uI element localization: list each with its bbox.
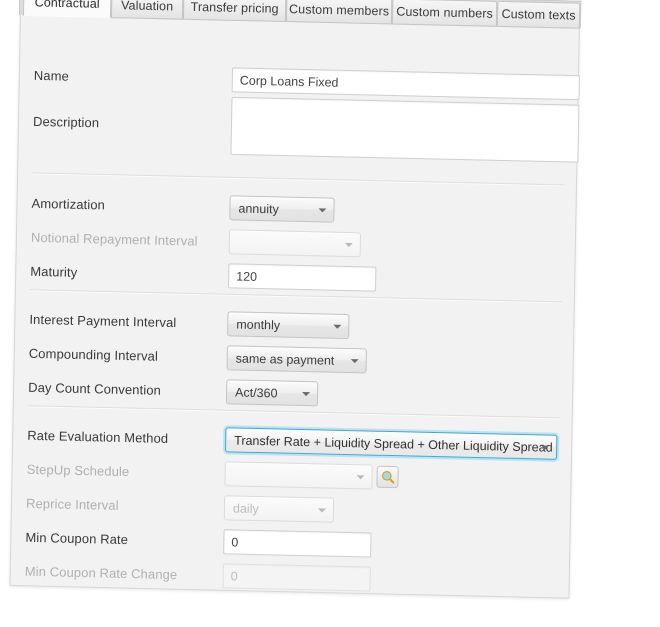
amortization-dropdown-value: annuity (238, 201, 279, 216)
label-min-coupon-rate: Min Coupon Rate (25, 529, 129, 548)
tab-contractual[interactable]: Contractual (22, 0, 112, 19)
interest-payment-interval-dropdown-value: monthly (236, 316, 281, 332)
chevron-down-icon (541, 444, 550, 450)
interest-payment-interval-dropdown[interactable]: monthly (227, 311, 350, 340)
day-count-convention-dropdown[interactable]: Act/360 (225, 379, 319, 407)
name-input-value: Corp Loans Fixed (239, 73, 339, 90)
label-name: Name (33, 67, 70, 84)
maturity-input-value: 120 (236, 268, 258, 284)
reprice-interval-dropdown[interactable]: daily (223, 495, 335, 523)
amortization-dropdown[interactable]: annuity (229, 195, 335, 223)
chevron-down-icon (317, 507, 326, 513)
min-coupon-rate-input-value: 0 (231, 534, 239, 550)
day-count-convention-dropdown-value: Act/360 (234, 384, 278, 400)
row-description: Description (19, 92, 580, 163)
tab-transfer-pricing-label: Transfer pricing (190, 0, 279, 16)
compounding-interval-dropdown[interactable]: same as payment (226, 345, 367, 374)
min-coupon-rate-input[interactable]: 0 (223, 529, 372, 558)
label-notional-repayment-interval: Notional Repayment Interval (30, 229, 198, 249)
tab-custom-texts-label: Custom texts (501, 6, 576, 23)
label-day-count-convention: Day Count Convention (28, 379, 162, 398)
chevron-down-icon (318, 207, 327, 213)
rate-evaluation-method-dropdown-value: Transfer Rate + Liquidity Spread + Other… (234, 432, 553, 455)
stepup-schedule-dropdown[interactable] (224, 461, 373, 490)
separator-1 (32, 172, 564, 186)
tab-valuation-label: Valuation (120, 0, 174, 14)
description-textarea[interactable] (230, 96, 580, 163)
tab-contractual-label: Contractual (34, 0, 100, 11)
chevron-down-icon (302, 391, 311, 396)
label-compounding-interval: Compounding Interval (28, 345, 159, 364)
min-coupon-rate-change-input-value: 0 (230, 568, 238, 584)
chevron-down-icon (344, 242, 353, 247)
label-rate-evaluation-method: Rate Evaluation Method (27, 427, 169, 446)
screenshot-canvas: Contractual Valuation Transfer pricing C… (0, 0, 660, 627)
tab-custom-members-label: Custom members (288, 2, 390, 19)
magnifier-icon (381, 470, 394, 484)
label-reprice-interval: Reprice Interval (25, 495, 119, 513)
label-maturity: Maturity (30, 263, 78, 280)
stepup-schedule-browse-button[interactable] (376, 465, 399, 489)
reprice-interval-dropdown-value: daily (232, 500, 259, 516)
compounding-interval-dropdown-value: same as payment (235, 350, 335, 368)
rate-evaluation-method-dropdown[interactable]: Transfer Rate + Liquidity Spread + Other… (225, 427, 558, 460)
min-coupon-rate-change-input[interactable]: 0 (222, 563, 371, 592)
label-description: Description (32, 113, 100, 131)
label-interest-payment-interval: Interest Payment Interval (29, 311, 177, 331)
notional-repayment-interval-dropdown[interactable] (228, 229, 362, 258)
label-amortization: Amortization (31, 195, 106, 213)
name-input[interactable]: Corp Loans Fixed (231, 67, 580, 101)
label-min-coupon-rate-change: Min Coupon Rate Change (24, 563, 178, 583)
tab-custom-numbers-label: Custom numbers (396, 4, 494, 21)
chevron-down-icon (333, 324, 342, 329)
label-stepup-schedule: StepUp Schedule (26, 461, 130, 480)
chevron-down-icon (350, 358, 359, 363)
contractual-form: Name Corp Loans Fixed Description Amorti… (11, 14, 580, 598)
chevron-down-icon (356, 474, 365, 479)
contractual-settings-panel: Contractual Valuation Transfer pricing C… (9, 0, 582, 599)
maturity-input[interactable]: 120 (228, 263, 377, 292)
